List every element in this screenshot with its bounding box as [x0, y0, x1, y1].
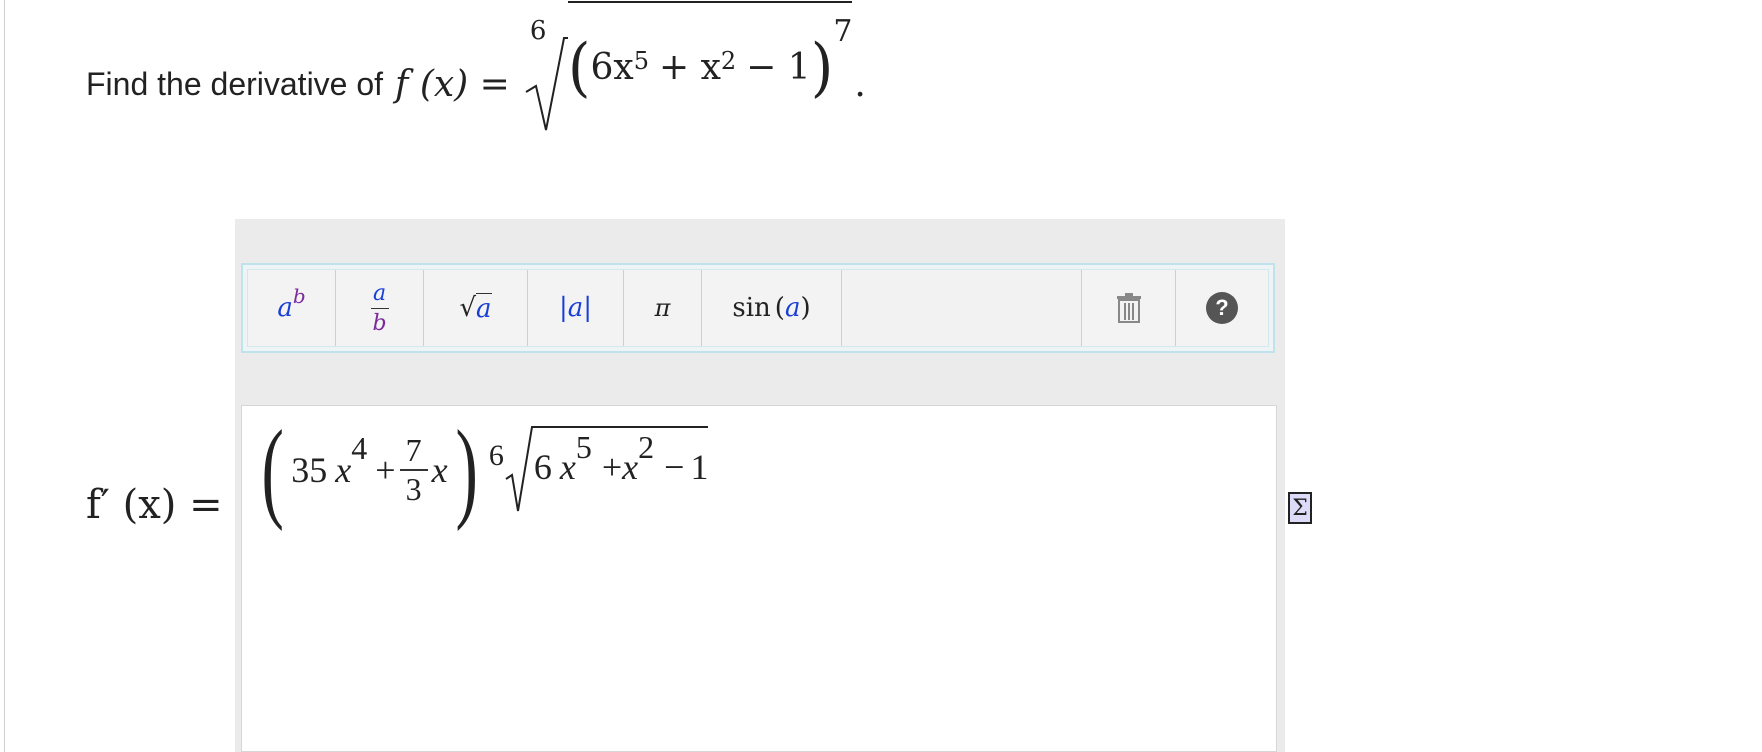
answer-rad-x1: x [559, 447, 576, 487]
answer-frac-den: 3 [405, 471, 422, 507]
answer-exp1: 4 [351, 429, 368, 466]
answer-left-paren: ( [261, 408, 284, 532]
inner-term-1: 6x [590, 46, 634, 88]
radical-sign-icon [525, 37, 568, 131]
sin-arg: a [784, 293, 801, 323]
power-button[interactable]: a b [248, 270, 336, 346]
math-toolbar: a b a b √ a |a| π sin ( a ) ? [241, 263, 1275, 353]
fraction-button[interactable]: a b [336, 270, 424, 346]
question-prompt: Find the derivative of [86, 65, 384, 102]
answer-rad-one: 1 [690, 447, 709, 487]
svg-text:?: ? [1215, 295, 1228, 320]
pi-button[interactable]: π [624, 270, 702, 346]
abs-label: |a| [558, 293, 593, 323]
answer-rad-x2: x [622, 447, 639, 487]
answer-coef: 35 [291, 450, 328, 490]
answer-rad-exp1: 5 [575, 428, 592, 465]
inner-term-3: − 1 [746, 46, 811, 88]
answer-root-index: 6 [488, 439, 504, 472]
question-formula: f (x) = 6 ( 6x 5 + x 2 − 1 ) 7 . [395, 1, 866, 134]
trash-icon [1116, 293, 1141, 323]
right-paren: ) [810, 29, 834, 105]
radicand: ( 6x 5 + x 2 − 1 ) 7 [567, 1, 853, 104]
sigma-icon[interactable]: Σ [1288, 492, 1312, 524]
answer-rad-exp2: 2 [638, 428, 655, 465]
math-editor: a b a b √ a |a| π sin ( a ) ? (35 x 4 +… [235, 219, 1285, 752]
answer-fraction: 7 3 [399, 432, 428, 508]
answer-label: f′ (x) = [86, 482, 223, 528]
toolbar-spacer [842, 270, 1082, 346]
help-icon: ? [1206, 292, 1238, 324]
fraction-bar [370, 307, 389, 309]
sqrt-arg: a [476, 292, 492, 324]
period: . [854, 63, 866, 105]
function-lhs: f (x) = [395, 63, 510, 105]
root-index: 6 [529, 16, 547, 46]
fraction-den: b [372, 310, 387, 336]
fraction-num: a [372, 280, 387, 306]
sixth-root: 6 ( 6x 5 + x 2 − 1 ) 7 [524, 1, 853, 134]
answer-x2: x [431, 450, 448, 490]
answer-frac-num: 7 [405, 432, 422, 468]
sin-button[interactable]: sin ( a ) [702, 270, 842, 346]
answer-right-paren: ) [455, 408, 478, 532]
power-exp: b [292, 284, 306, 308]
help-button[interactable]: ? [1176, 270, 1268, 346]
power-base: a [277, 293, 293, 323]
answer-rad-minus: − [664, 447, 685, 487]
sqrt-symbol-icon: √ [459, 293, 477, 323]
answer-input[interactable]: ( 35 x 4 + 7 3 x ) 6 6 x 5 + x 2 − 1 [241, 405, 1277, 752]
outer-exponent: 7 [833, 13, 853, 49]
abs-button[interactable]: |a| [528, 270, 624, 346]
clear-button[interactable] [1082, 270, 1176, 346]
sin-fn: sin [732, 293, 771, 323]
answer-sqrt: 6 x 5 + x 2 − 1 [504, 425, 709, 515]
answer-plus: + [375, 450, 396, 490]
answer-radical-icon [505, 426, 534, 512]
answer-expression: ( 35 x 4 + 7 3 x ) 6 6 x 5 + x 2 − 1 [254, 408, 709, 532]
question: Find the derivative of f (x) = 6 ( 6x 5 … [86, 1, 866, 134]
pi-label: π [654, 294, 671, 322]
inner-exp-1: 5 [633, 47, 649, 75]
inner-exp-2: 2 [720, 47, 737, 75]
answer-rad-plus: + [601, 447, 623, 487]
left-paren: ( [567, 29, 591, 105]
inner-term-2: + x [658, 46, 721, 88]
answer-radicand: 6 x 5 + x 2 − 1 [533, 426, 709, 488]
sqrt-button[interactable]: √ a [424, 270, 528, 346]
answer-x1: x [335, 450, 352, 490]
page-left-border [4, 0, 5, 752]
answer-rad-coef: 6 [533, 447, 552, 487]
sin-close-paren: ) [800, 293, 811, 323]
sin-open-paren: ( [774, 293, 785, 323]
toolbar-buttons: a b a b √ a |a| π sin ( a ) ? [247, 269, 1269, 347]
